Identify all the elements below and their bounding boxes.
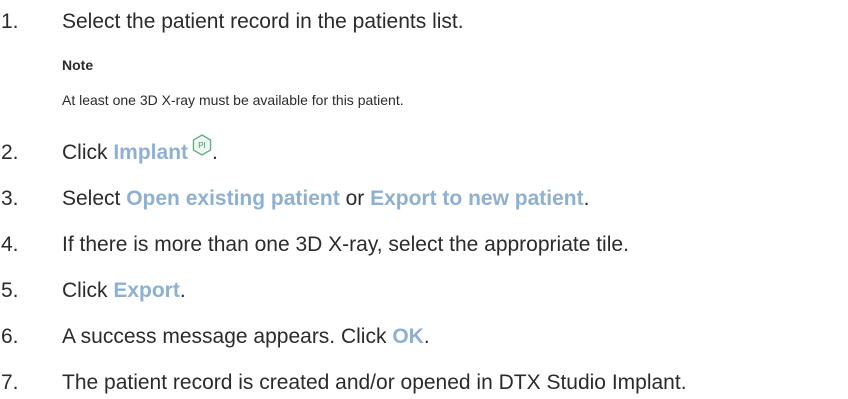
step-text-pre: Click: [62, 279, 114, 302]
export-ui-reference: Export: [113, 279, 180, 302]
instructions-page: 1. Select the patient record in the pati…: [0, 0, 848, 399]
step-number: 4.: [1, 233, 19, 256]
note-title: Note: [62, 57, 94, 73]
note-text: At least one 3D X-ray must be available …: [62, 92, 404, 108]
step-text-pre: Select: [62, 187, 127, 210]
step-text-mid: or: [339, 187, 371, 210]
svg-text:PI: PI: [198, 141, 206, 150]
export-to-new-patient-ui-reference: Export to new patient: [370, 187, 584, 210]
step-text: If there is more than one 3D X-ray, sele…: [62, 233, 629, 256]
step-text: A success message appears. Click OK.: [62, 324, 430, 350]
step-text-post: .: [583, 187, 590, 210]
step-text: Select Open existing patient or Export t…: [62, 186, 589, 212]
ok-ui-reference: OK: [392, 325, 424, 348]
step-text: Select the patient record in the patient…: [62, 10, 464, 33]
step-number: 2.: [1, 141, 19, 164]
step-text-post: .: [179, 279, 186, 302]
step-text: Click Export.: [62, 278, 186, 304]
step-text: The patient record is created and/or ope…: [62, 371, 687, 394]
step-text-pre: Click: [62, 141, 114, 164]
implant-ui-reference: Implant: [113, 141, 189, 164]
step-number: 3.: [1, 187, 19, 210]
step-number: 7.: [1, 371, 19, 394]
step-text-pre: A success message appears. Click: [62, 325, 393, 348]
step-number: 6.: [1, 325, 19, 348]
step-number: 5.: [1, 279, 19, 302]
step-text-post: .: [212, 141, 218, 164]
step-text-post: .: [423, 325, 430, 348]
implant-pi-icon: PI: [192, 134, 212, 156]
step-number: 1.: [1, 10, 19, 33]
step-text: Click Implant PI.: [62, 134, 218, 166]
open-existing-patient-ui-reference: Open existing patient: [126, 187, 340, 210]
